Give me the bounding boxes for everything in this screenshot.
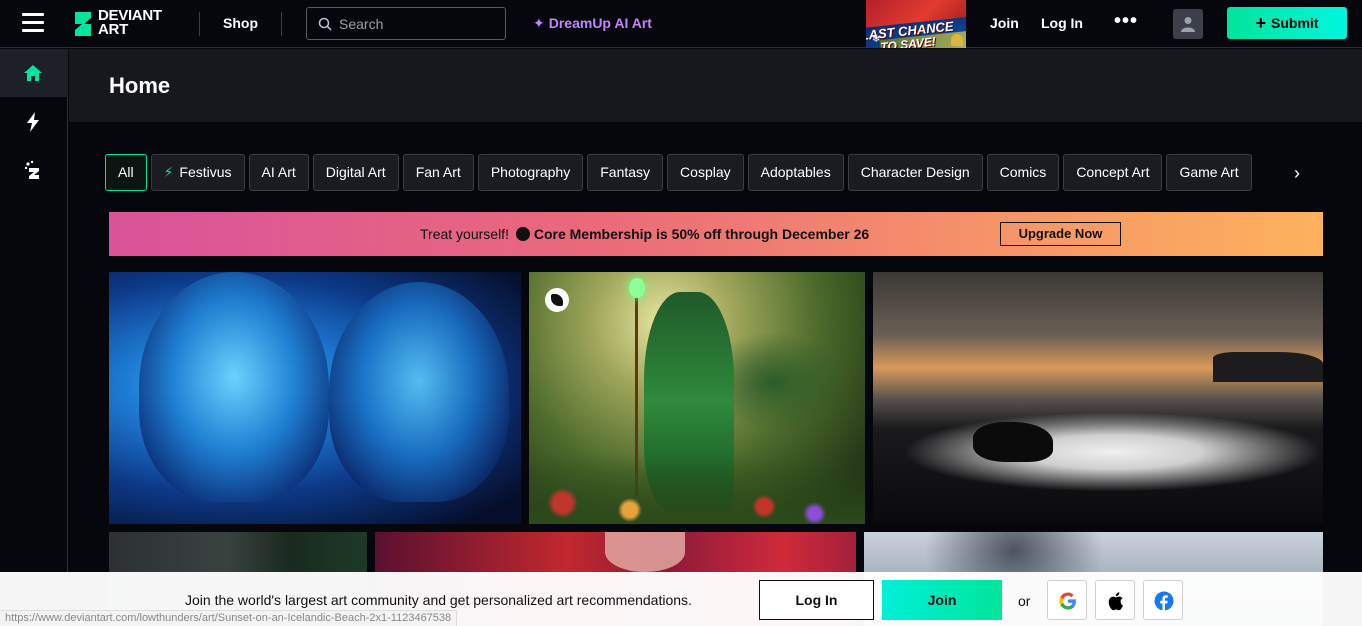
join-prompt-text: Join the world's largest art community a… — [185, 592, 692, 608]
google-login-button[interactable] — [1047, 580, 1087, 620]
banner-message: Treat yourself! Core Membership is 50% o… — [420, 226, 869, 242]
status-bar-url: https://www.deviantart.com/lowthunders/a… — [0, 610, 458, 626]
banner-offer: Core Membership is 50% off through Decem… — [533, 226, 870, 242]
or-label: or — [1018, 593, 1031, 609]
apple-login-button[interactable] — [1095, 580, 1135, 620]
artwork-shape — [139, 272, 329, 502]
dreamup-link[interactable]: ✦ DreamUp AI Art — [533, 15, 652, 32]
chip-concept-art[interactable]: Concept Art — [1063, 154, 1163, 191]
apple-icon — [1108, 592, 1123, 611]
user-icon — [1181, 17, 1195, 32]
chip-digital-art[interactable]: Digital Art — [312, 154, 399, 191]
banner-lead: Treat yourself! — [420, 226, 509, 242]
join-link[interactable]: Join — [990, 15, 1019, 31]
logo-line2: ART — [98, 21, 128, 38]
home-icon — [24, 65, 42, 81]
facebook-login-button[interactable] — [1143, 580, 1183, 620]
login-button[interactable]: Log In — [759, 580, 874, 620]
submit-label: Submit — [1271, 15, 1319, 31]
artwork-shape — [1213, 352, 1323, 382]
login-link[interactable]: Log In — [1041, 15, 1083, 31]
sidebar-item-watch[interactable] — [0, 97, 68, 145]
plus-icon: + — [1255, 13, 1267, 33]
page-header: Home — [69, 49, 1362, 122]
snowflake-icon: ❄ — [872, 34, 881, 45]
artwork-shape — [605, 532, 685, 572]
chip-game-art[interactable]: Game Art — [1166, 154, 1252, 191]
avatar[interactable] — [1173, 9, 1203, 39]
artwork-shape — [903, 412, 1323, 492]
chip-adoptables[interactable]: Adoptables — [747, 154, 844, 191]
facebook-icon — [1154, 591, 1174, 611]
upgrade-now-button[interactable]: Upgrade Now — [1000, 222, 1121, 246]
top-navigation-bar: DEVIANT ART Shop ✦DreamUp AI Art LAST CH… — [0, 0, 1362, 48]
divider — [199, 12, 200, 36]
join-button[interactable]: Join — [882, 580, 1002, 620]
promo-ad[interactable]: LAST CHANCE TO SAVE! ❄ — [866, 0, 966, 48]
deviantart-logo[interactable]: DEVIANT ART — [72, 8, 182, 39]
promo-banner: Treat yourself! Core Membership is 50% o… — [109, 212, 1323, 256]
google-icon — [1059, 592, 1076, 610]
more-options-icon[interactable]: ••• — [1114, 10, 1138, 33]
artwork-shape — [529, 454, 865, 524]
chip-character-design[interactable]: Character Design — [847, 154, 983, 191]
page-title: Home — [109, 73, 171, 98]
lightning-icon: ⚡ — [163, 164, 174, 180]
artwork-tile[interactable] — [529, 272, 865, 524]
shop-link[interactable]: Shop — [223, 15, 258, 31]
chip-ai-art[interactable]: AI Art — [248, 154, 309, 191]
dreamup-label: DreamUp AI Art — [548, 15, 652, 31]
chip-comics[interactable]: Comics — [986, 154, 1060, 191]
artwork-tile[interactable] — [109, 272, 521, 524]
search-icon — [318, 17, 332, 31]
chip-label: Festivus — [179, 164, 232, 180]
divider — [281, 12, 282, 36]
artwork-shape — [329, 282, 509, 502]
search-box[interactable] — [306, 7, 506, 40]
ai-badge-icon — [545, 288, 569, 312]
sidebar-item-dreamup[interactable] — [0, 146, 68, 194]
lightning-icon — [27, 112, 39, 132]
search-input[interactable] — [339, 14, 499, 34]
artwork-shape — [629, 278, 645, 298]
chip-festivus[interactable]: ⚡ Festivus — [150, 154, 245, 191]
chip-cosplay[interactable]: Cosplay — [667, 154, 744, 191]
chip-photography[interactable]: Photography — [477, 154, 584, 191]
chevron-right-icon[interactable]: › — [1294, 163, 1300, 184]
artwork-shape — [973, 422, 1053, 462]
menu-icon[interactable] — [22, 13, 44, 33]
dreamup-icon — [24, 160, 39, 179]
sparkle-icon: ✦ — [533, 15, 545, 31]
artwork-tile[interactable] — [873, 272, 1323, 524]
chip-all[interactable]: All — [105, 154, 147, 191]
chip-fan-art[interactable]: Fan Art — [402, 154, 474, 191]
deviantart-logo-icon — [75, 12, 91, 36]
chip-fantasy[interactable]: Fantasy — [587, 154, 664, 191]
submit-button[interactable]: + Submit — [1227, 7, 1347, 39]
chips-fade — [1262, 154, 1323, 192]
bell-icon — [951, 34, 963, 46]
category-chips: All ⚡ Festivus AI Art Digital Art Fan Art Phot… — [105, 154, 1323, 192]
sidebar-item-home[interactable] — [0, 49, 68, 97]
side-navigation — [0, 49, 68, 626]
core-membership-icon — [515, 227, 530, 241]
